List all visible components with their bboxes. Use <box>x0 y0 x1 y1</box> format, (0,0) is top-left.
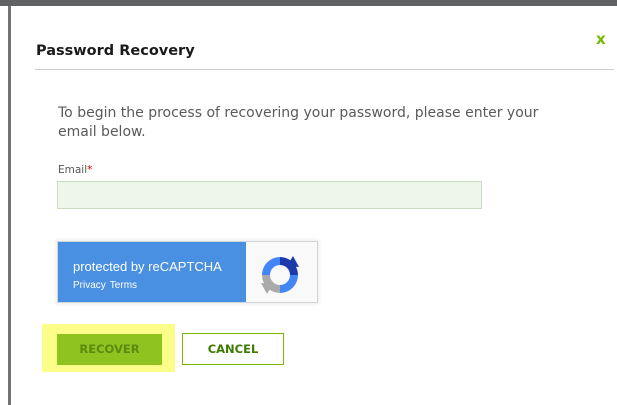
dialog-title: Password Recovery <box>36 43 195 59</box>
required-marker: * <box>87 164 93 176</box>
intro-text: To begin the process of recovering your … <box>58 105 539 140</box>
recover-button[interactable]: RECOVER <box>57 334 162 365</box>
email-field[interactable] <box>57 181 482 209</box>
recaptcha-logo-icon <box>261 256 299 294</box>
email-label: Email* <box>58 164 92 176</box>
recaptcha-terms-link[interactable]: Terms <box>110 280 137 291</box>
recaptcha-protected-text: protected by reCAPTCHA <box>73 259 222 274</box>
close-icon[interactable]: x <box>596 29 606 49</box>
password-recovery-dialog: x Password Recovery To begin the process… <box>11 6 617 405</box>
email-label-text: Email <box>58 164 88 176</box>
recaptcha-privacy-link[interactable]: Privacy <box>73 280 106 291</box>
recaptcha-links: Privacy Terms <box>73 280 137 291</box>
recaptcha-widget[interactable]: protected by reCAPTCHA Privacy Terms <box>57 241 318 303</box>
cancel-button[interactable]: CANCEL <box>182 333 284 365</box>
recaptcha-banner: protected by reCAPTCHA Privacy Terms <box>58 242 246 302</box>
title-divider <box>35 69 614 70</box>
